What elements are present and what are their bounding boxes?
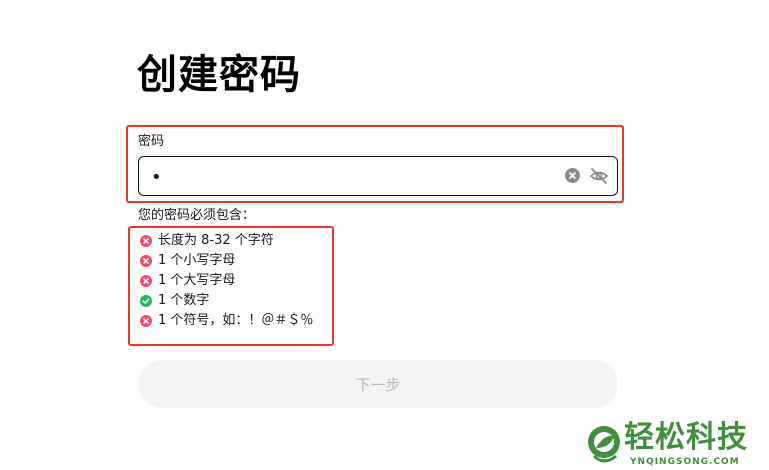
requirement-label: 1 个数字 <box>158 293 210 308</box>
requirement-lowercase: 1 个小写字母 <box>140 251 313 271</box>
x-circle-icon <box>140 275 152 287</box>
x-circle-icon <box>140 235 152 247</box>
password-label: 密码 <box>138 134 165 149</box>
watermark-url: YNQINGSONG.COM <box>630 457 740 467</box>
requirements-heading: 您的密码必须包含： <box>138 208 256 223</box>
password-field[interactable] <box>138 156 618 196</box>
requirement-label: 1 个小写字母 <box>158 253 236 268</box>
requirement-symbol: 1 个符号，如：！＠＃＄％ <box>140 311 313 331</box>
requirements-list: 长度为 8-32 个字符 1 个小写字母 1 个大写字母 1 个数字 1 个符号… <box>140 231 313 331</box>
watermark-logo-icon <box>588 426 620 463</box>
requirement-label: 1 个大写字母 <box>158 273 236 288</box>
requirement-label: 长度为 8-32 个字符 <box>158 233 274 248</box>
x-circle-icon <box>140 255 152 267</box>
requirement-number: 1 个数字 <box>140 291 313 311</box>
password-input[interactable] <box>149 163 553 191</box>
watermark: 轻松科技 YNQINGSONG.COM <box>586 420 769 470</box>
check-circle-icon <box>140 295 152 307</box>
x-circle-icon <box>140 315 152 327</box>
requirement-uppercase: 1 个大写字母 <box>140 271 313 291</box>
next-button[interactable]: 下一步 <box>138 360 618 408</box>
clear-icon[interactable] <box>565 168 580 183</box>
requirement-length: 长度为 8-32 个字符 <box>140 231 313 251</box>
watermark-name: 轻松科技 <box>624 420 748 455</box>
requirement-label: 1 个符号，如：！＠＃＄％ <box>158 313 314 328</box>
page-title: 创建密码 <box>137 52 301 98</box>
eye-off-icon[interactable] <box>589 166 609 186</box>
